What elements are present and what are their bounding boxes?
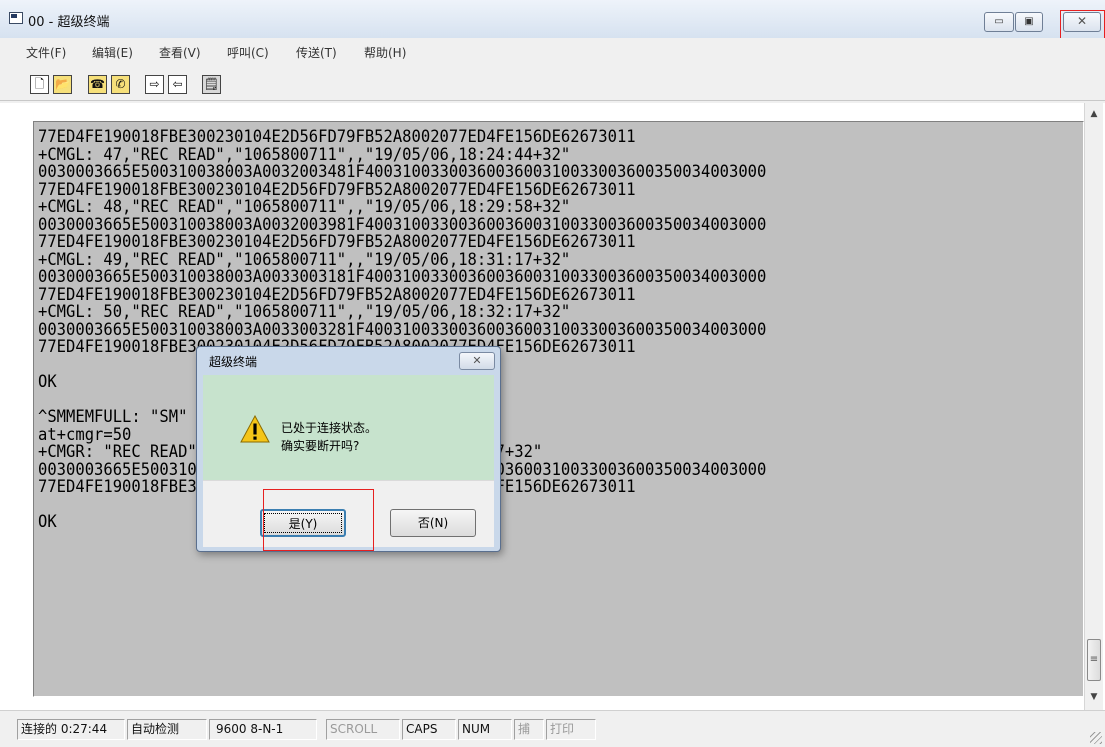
receive-file-icon[interactable]: ⇦ bbox=[168, 75, 187, 94]
new-file-icon[interactable]: 🗋 bbox=[30, 75, 49, 94]
yes-button[interactable]: 是(Y) bbox=[260, 509, 346, 537]
title-bar: 00 - 超级终端 ▭ ▣ ✕ bbox=[0, 0, 1105, 40]
status-capture: 捕 bbox=[514, 719, 544, 740]
disconnect-phone-icon[interactable]: ✆ bbox=[111, 75, 130, 94]
resize-grip[interactable] bbox=[1090, 732, 1102, 744]
scroll-up-icon[interactable]: ▲ bbox=[1085, 105, 1103, 123]
status-caps: CAPS bbox=[402, 719, 456, 740]
terminal-line: ^SMMEMFULL: "SM" bbox=[38, 407, 188, 426]
open-folder-icon[interactable]: 📂 bbox=[53, 75, 72, 94]
status-port-settings: 9600 8-N-1 bbox=[209, 719, 317, 740]
dialog-title: 超级终端 bbox=[209, 355, 258, 369]
terminal-line: 77ED4FE190018FBE300230104E2D56FD79FB52A8… bbox=[38, 232, 636, 251]
menu-call[interactable]: 呼叫(C) bbox=[227, 44, 269, 61]
terminal-line: +CMGL: 47,"REC READ","1065800711",,"19/0… bbox=[38, 144, 571, 164]
terminal-line: OK bbox=[38, 372, 57, 391]
terminal-line: 77ED4FE190018FBE300230104E2D56FD79FB52A8… bbox=[38, 179, 636, 199]
toolbar: 🗋 📂 ☎ ✆ ⇨ ⇦ 🗒 bbox=[0, 66, 1105, 101]
terminal-line: at+cmgr=50 bbox=[38, 424, 132, 444]
status-scroll: SCROLL bbox=[326, 719, 400, 740]
warning-icon bbox=[240, 415, 270, 443]
terminal-line: 0030003665E500310038003A0033003281F40031… bbox=[38, 319, 767, 339]
menu-bar: 文件(F) 编辑(E) 查看(V) 呼叫(C) 传送(T) 帮助(H) bbox=[0, 38, 1105, 66]
menu-file[interactable]: 文件(F) bbox=[26, 44, 66, 61]
terminal-line: +CMGL: 49,"REC READ","1065800711",,"19/0… bbox=[38, 249, 571, 269]
maximize-button[interactable]: ▣ bbox=[1015, 12, 1043, 32]
menu-transfer[interactable]: 传送(T) bbox=[296, 44, 337, 61]
scroll-thumb[interactable]: ≡ bbox=[1087, 639, 1101, 681]
no-button[interactable]: 否(N) bbox=[390, 509, 476, 537]
window-title: 00 - 超级终端 bbox=[28, 15, 110, 30]
menu-view[interactable]: 查看(V) bbox=[159, 44, 201, 61]
scroll-down-icon[interactable]: ▼ bbox=[1085, 688, 1103, 706]
send-file-icon[interactable]: ⇨ bbox=[145, 75, 164, 94]
status-num: NUM bbox=[458, 719, 512, 740]
properties-icon[interactable]: 🗒 bbox=[202, 75, 221, 94]
terminal-line: 77ED4FE190018FBE300230104E2D56FD79FB52A8… bbox=[38, 284, 636, 304]
menu-edit[interactable]: 编辑(E) bbox=[92, 44, 133, 61]
status-detect: 自动检测 bbox=[127, 719, 207, 740]
terminal-line: 0030003665E500310038003A0032003481F40031… bbox=[38, 162, 767, 181]
terminal-line: 77ED4FE190018FBE300230104E2D56FD79FB52A8… bbox=[38, 127, 636, 146]
vertical-scrollbar[interactable]: ▲ ≡ ▼ bbox=[1084, 103, 1103, 710]
confirm-dialog: 超级终端 ✕ 已处于连接状态。 确实要断开吗? 是(Y) 否(N) bbox=[196, 346, 501, 552]
dialog-body: 已处于连接状态。 确实要断开吗? bbox=[203, 375, 494, 480]
close-button[interactable]: ✕ bbox=[1063, 12, 1101, 32]
menu-help[interactable]: 帮助(H) bbox=[364, 44, 406, 61]
call-phone-icon[interactable]: ☎ bbox=[88, 75, 107, 94]
minimize-button[interactable]: ▭ bbox=[984, 12, 1014, 32]
app-icon bbox=[9, 12, 23, 24]
status-connection-time: 连接的 0:27:44 bbox=[17, 719, 125, 740]
status-print: 打印 bbox=[546, 719, 596, 740]
dialog-message-line2: 确实要断开吗? bbox=[281, 439, 360, 453]
terminal-line: 0030003665E500310038003A0032003981F40031… bbox=[38, 214, 767, 234]
terminal-output[interactable]: 77ED4FE190018FBE300230104E2D56FD79FB52A8… bbox=[33, 121, 1084, 697]
dialog-close-button[interactable]: ✕ bbox=[459, 352, 495, 370]
dialog-message-line1: 已处于连接状态。 bbox=[281, 421, 378, 435]
status-bar: 连接的 0:27:44 自动检测 9600 8-N-1 SCROLL CAPS … bbox=[0, 710, 1105, 747]
terminal-line: +CMGL: 50,"REC READ","1065800711",,"19/0… bbox=[38, 302, 571, 321]
terminal-line: 0030003665E500310038003A0033003181F40031… bbox=[38, 267, 767, 286]
terminal-line: +CMGL: 48,"REC READ","1065800711",,"19/0… bbox=[38, 197, 571, 216]
terminal-line: OK bbox=[38, 512, 57, 531]
